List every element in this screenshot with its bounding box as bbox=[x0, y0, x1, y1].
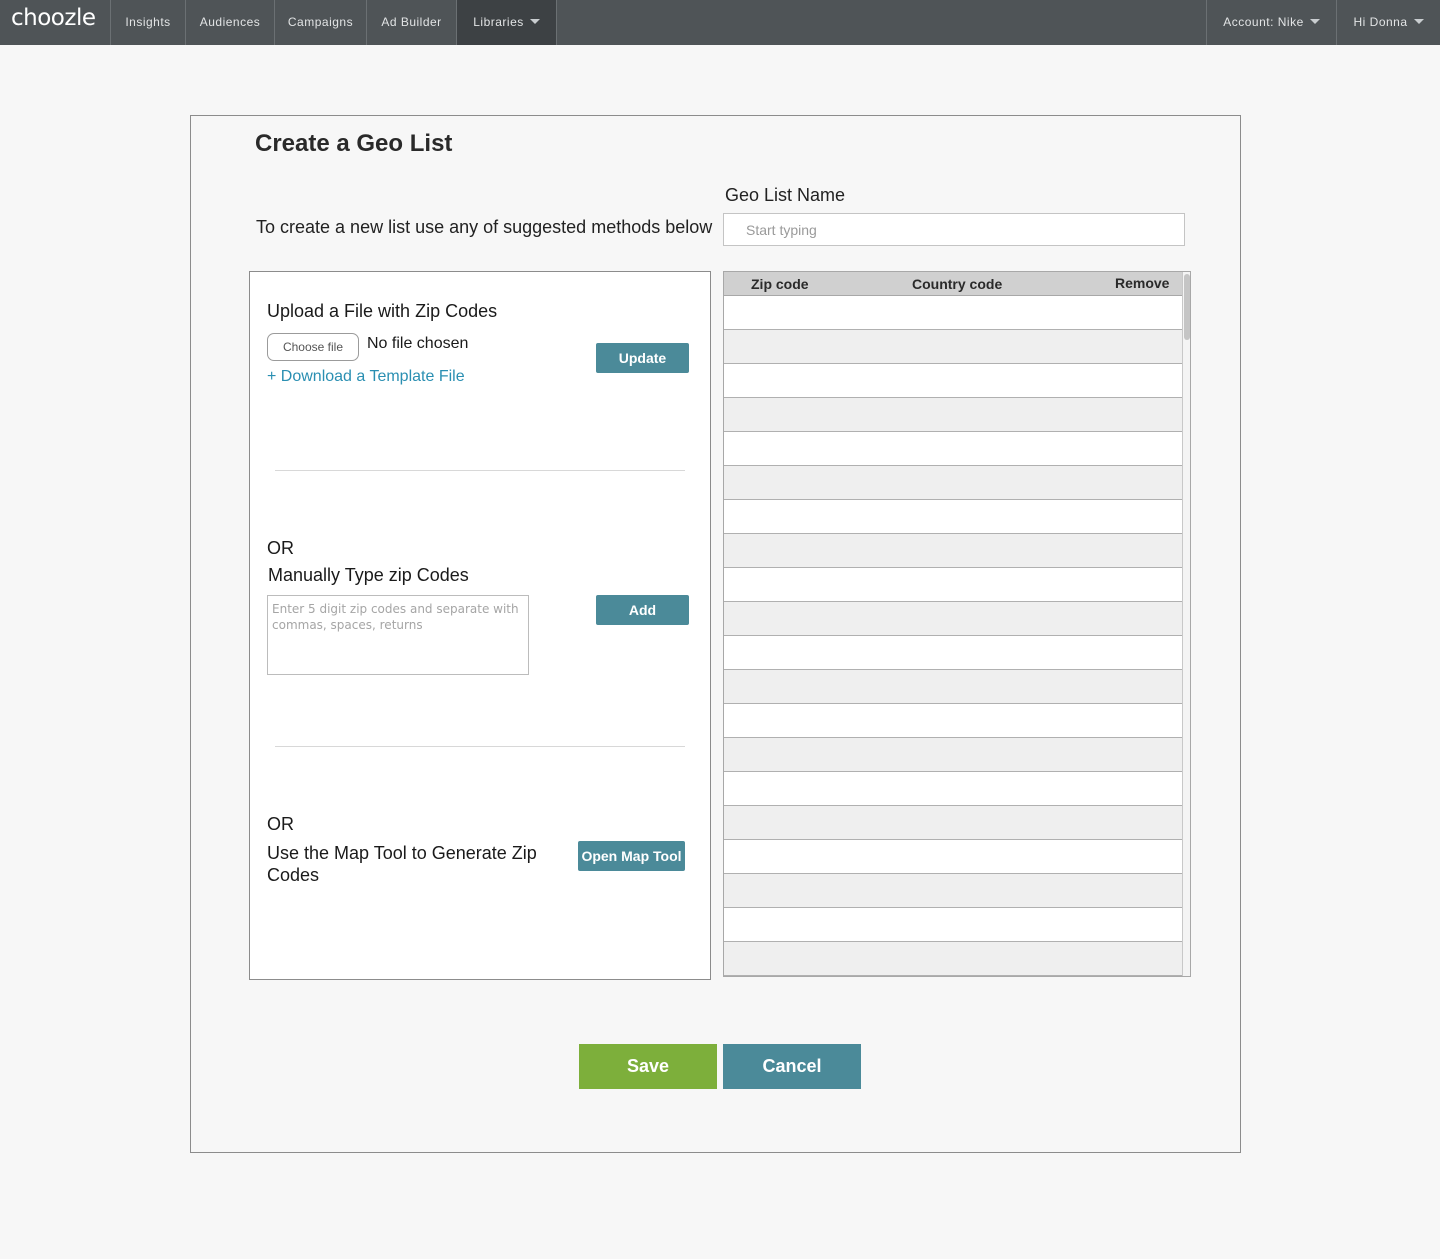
scrollbar-thumb[interactable] bbox=[1184, 274, 1190, 340]
table-row bbox=[724, 602, 1182, 636]
chevron-down-icon bbox=[1309, 19, 1320, 25]
column-header-zip-code: Zip code bbox=[751, 276, 809, 292]
open-map-tool-button[interactable]: Open Map Tool bbox=[578, 841, 685, 871]
section-divider bbox=[275, 746, 685, 747]
or-label: OR bbox=[267, 814, 294, 834]
table-row bbox=[724, 398, 1182, 432]
table-row bbox=[724, 466, 1182, 500]
geo-list-name-label: Geo List Name bbox=[725, 185, 846, 205]
column-header-remove: Remove bbox=[1115, 275, 1170, 291]
table-row bbox=[724, 772, 1182, 806]
add-button[interactable]: Add bbox=[596, 595, 689, 625]
table-row bbox=[724, 500, 1182, 534]
chevron-down-icon bbox=[529, 19, 540, 25]
table-row bbox=[724, 670, 1182, 704]
top-nav-bar: choozle Insights Audiences Campaigns Ad … bbox=[0, 0, 1440, 45]
save-button[interactable]: Save bbox=[579, 1044, 717, 1089]
intro-text: To create a new list use any of suggeste… bbox=[256, 217, 713, 237]
table-row bbox=[724, 296, 1182, 330]
table-row bbox=[724, 704, 1182, 738]
table-scrollbar[interactable] bbox=[1182, 272, 1190, 976]
table-row bbox=[724, 942, 1182, 976]
account-menu[interactable]: Account: Nike bbox=[1206, 0, 1336, 45]
table-row bbox=[724, 330, 1182, 364]
nav-item-ad-builder[interactable]: Ad Builder bbox=[366, 0, 456, 45]
account-menu-label: Account: Nike bbox=[1223, 15, 1304, 29]
or-label: OR bbox=[267, 538, 294, 558]
user-menu-label: Hi Donna bbox=[1353, 15, 1408, 29]
table-row bbox=[724, 874, 1182, 908]
cancel-button[interactable]: Cancel bbox=[723, 1044, 861, 1089]
table-row bbox=[724, 636, 1182, 670]
table-row bbox=[724, 840, 1182, 874]
map-section-title: Use the Map Tool to Generate Zip Codes bbox=[267, 843, 537, 885]
choozle-logo[interactable]: choozle bbox=[11, 5, 96, 31]
column-header-country-code: Country code bbox=[912, 276, 1003, 292]
nav-item-audiences[interactable]: Audiences bbox=[185, 0, 274, 45]
zip-codes-textarea[interactable] bbox=[267, 595, 529, 675]
zip-code-table: Zip code Country code Remove bbox=[723, 271, 1191, 977]
table-row bbox=[724, 806, 1182, 840]
table-row bbox=[724, 568, 1182, 602]
table-row bbox=[724, 534, 1182, 568]
nav-item-libraries[interactable]: Libraries bbox=[456, 0, 557, 45]
nav-item-insights[interactable]: Insights bbox=[110, 0, 185, 45]
geo-list-name-input[interactable] bbox=[723, 213, 1185, 246]
table-row bbox=[724, 908, 1182, 942]
nav-item-libraries-label: Libraries bbox=[473, 15, 524, 29]
update-button[interactable]: Update bbox=[596, 343, 689, 373]
file-status-text: No file chosen bbox=[367, 335, 469, 352]
chevron-down-icon bbox=[1413, 19, 1424, 25]
nav-item-campaigns[interactable]: Campaigns bbox=[274, 0, 366, 45]
choose-file-button[interactable]: Choose file bbox=[267, 333, 359, 361]
user-menu[interactable]: Hi Donna bbox=[1336, 0, 1440, 45]
table-row bbox=[724, 432, 1182, 466]
table-header: Zip code Country code Remove bbox=[724, 272, 1182, 296]
upload-section-title: Upload a File with Zip Codes bbox=[267, 301, 498, 321]
download-template-link[interactable]: + Download a Template File bbox=[267, 368, 465, 386]
page-title: Create a Geo List bbox=[255, 130, 453, 157]
table-row bbox=[724, 364, 1182, 398]
manual-section-title: Manually Type zip Codes bbox=[268, 565, 469, 585]
section-divider bbox=[275, 470, 685, 471]
table-row bbox=[724, 738, 1182, 772]
